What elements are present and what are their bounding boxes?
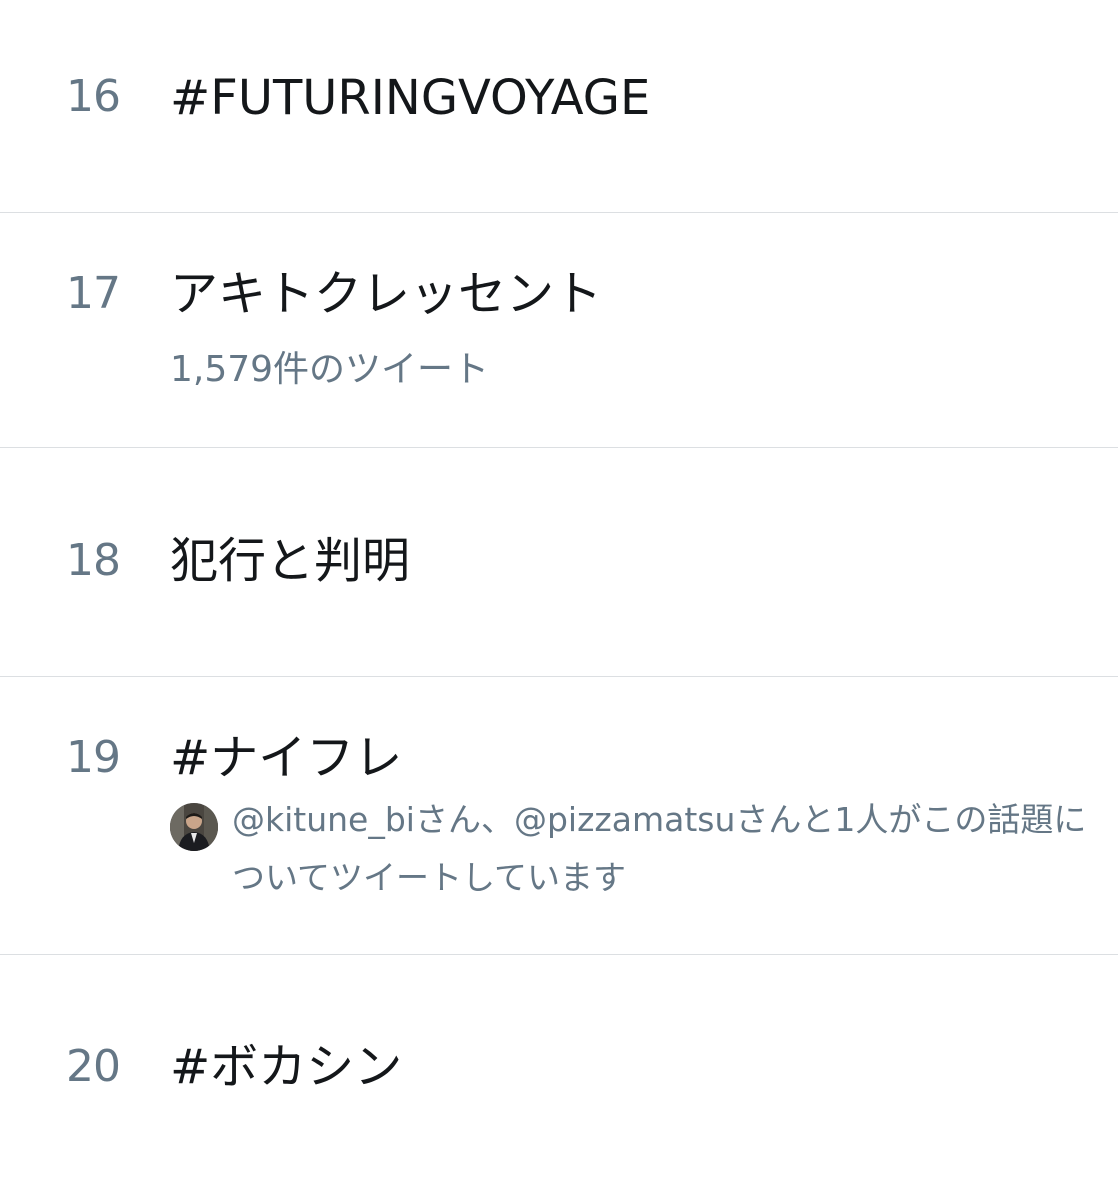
tweet-count: 1,579件のツイート [170,349,490,390]
trend-topic[interactable]: #ナイフレ [170,734,402,782]
social-context-text: @kitune_biさん、@pizzamatsuさんと1人がこの話題についてツイ… [232,800,1087,897]
avatar-photo-icon [170,803,218,851]
trend-topic[interactable]: #ボカシン [170,1043,402,1091]
trend-row-20[interactable] [0,955,1118,1178]
trend-topic[interactable]: 犯行と判明 [170,537,410,585]
trend-topic[interactable]: #FUTURINGVOYAGE [170,74,650,122]
trend-topic[interactable]: アキトクレッセント [170,270,602,318]
trend-rank: 19 [66,732,121,783]
trend-rank: 16 [66,71,121,122]
trend-row-17[interactable] [0,213,1118,448]
trend-row-18[interactable] [0,448,1118,677]
avatar[interactable] [170,803,218,851]
trend-rank: 20 [66,1041,121,1092]
trends-list: 16 #FUTURINGVOYAGE 17 アキトクレッセント 1,579件のツ… [0,0,1118,1178]
trend-rank: 18 [66,535,121,586]
trend-rank: 17 [66,268,121,319]
